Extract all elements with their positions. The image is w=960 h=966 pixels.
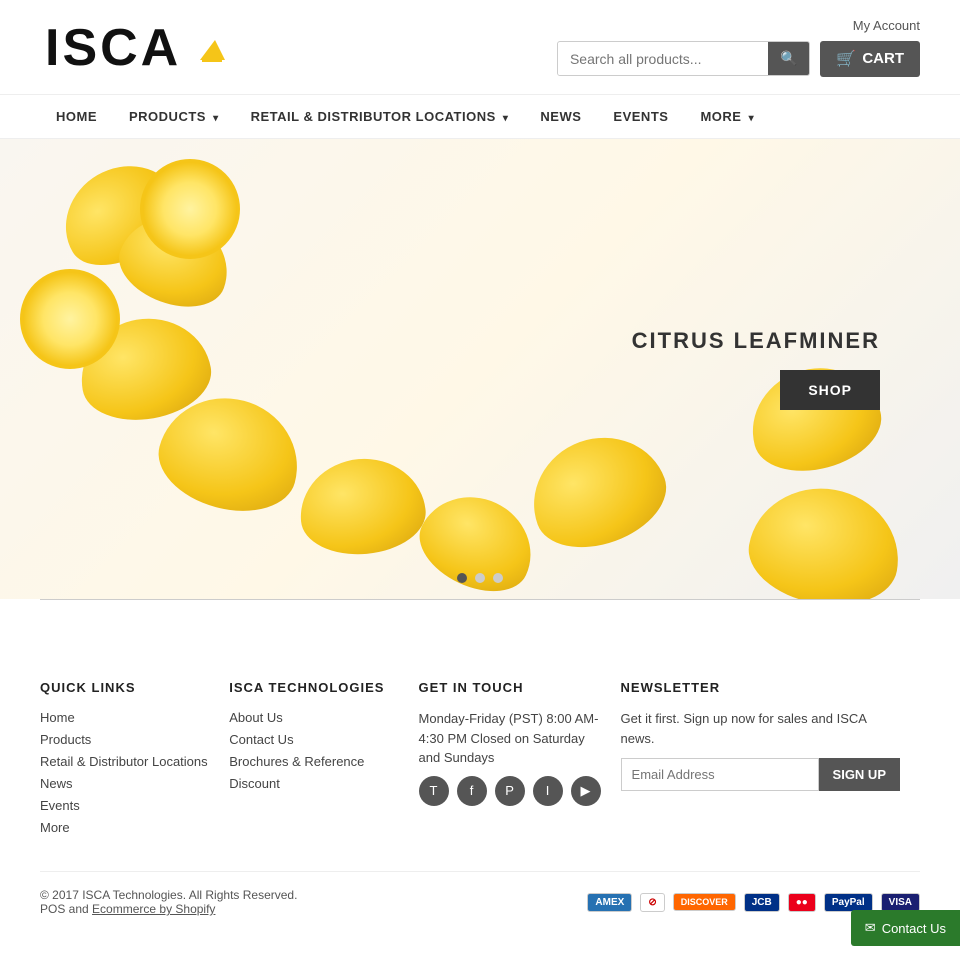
nav-link-locations[interactable]: RETAIL & DISTRIBUTOR LOCATIONS ▾	[235, 95, 525, 138]
isca-link-discount[interactable]: Discount	[229, 776, 280, 791]
quick-link-events[interactable]: Events	[40, 798, 80, 813]
search-box: 🔍	[557, 41, 810, 76]
logo-text: ISCA	[40, 10, 240, 84]
newsletter-email-input[interactable]	[621, 758, 819, 791]
diners-badge: ⊘	[640, 893, 664, 912]
list-item: Retail & Distributor Locations	[40, 753, 209, 769]
quick-link-products[interactable]: Products	[40, 732, 91, 747]
logo[interactable]: ISCA	[40, 10, 240, 84]
cart-label: CART	[862, 50, 904, 67]
footer-col-get-in-touch: GET IN TOUCH Monday-Friday (PST) 8:00 AM…	[419, 680, 621, 841]
isca-link-brochures[interactable]: Brochures & Reference	[229, 754, 364, 769]
nav-item-home: HOME	[40, 95, 113, 138]
discover-badge: DISCOVER	[673, 893, 736, 911]
my-account-link[interactable]: My Account	[853, 18, 920, 33]
header-right: My Account 🔍 🛒 CART	[557, 18, 920, 77]
quick-link-home[interactable]: Home	[40, 710, 75, 725]
spacer	[0, 600, 960, 640]
chevron-down-icon: ▾	[213, 113, 219, 124]
instagram-icon[interactable]: I	[533, 776, 563, 806]
quick-link-locations[interactable]: Retail & Distributor Locations	[40, 754, 208, 769]
hero-title: CITRUS LEAFMINER	[632, 328, 880, 354]
nav-item-locations: RETAIL & DISTRIBUTOR LOCATIONS ▾	[235, 95, 525, 138]
chevron-down-icon: ▾	[749, 113, 755, 124]
jcb-badge: JCB	[744, 893, 780, 912]
visa-badge: VISA	[881, 893, 920, 912]
nav-item-news: NEWS	[524, 95, 597, 138]
contact-float-label: Contact Us	[882, 921, 946, 936]
search-cart-area: 🔍 🛒 CART	[557, 41, 920, 77]
list-item: Discount	[229, 775, 398, 791]
shop-button[interactable]: SHOP	[780, 370, 880, 410]
nav-link-news[interactable]: NEWS	[524, 95, 597, 138]
footer-col-isca: ISCA TECHNOLOGIES About Us Contact Us Br…	[229, 680, 418, 841]
facebook-icon[interactable]: f	[457, 776, 487, 806]
email-icon: ✉	[865, 920, 876, 936]
lemon-decoration	[741, 477, 909, 599]
pinterest-icon[interactable]: P	[495, 776, 525, 806]
lemon-decoration	[296, 454, 429, 560]
nav-item-events: EVENTS	[597, 95, 684, 138]
footer-bottom: © 2017 ISCA Technologies. All Rights Res…	[40, 871, 920, 916]
twitter-icon[interactable]: T	[419, 776, 449, 806]
nav-item-more: MORE ▾	[684, 95, 770, 138]
nav-item-products: PRODUCTS ▾	[113, 95, 235, 138]
isca-link-contact[interactable]: Contact Us	[229, 732, 293, 747]
list-item: Events	[40, 797, 209, 813]
list-item: Brochures & Reference	[229, 753, 398, 769]
main-nav: HOME PRODUCTS ▾ RETAIL & DISTRIBUTOR LOC…	[0, 95, 960, 139]
mastercard-badge: ●●	[788, 893, 816, 912]
slider-dot-3[interactable]	[493, 573, 503, 583]
list-item: Home	[40, 709, 209, 725]
chevron-down-icon: ▾	[503, 113, 509, 124]
youtube-icon[interactable]: ▶	[571, 776, 601, 806]
footer: QUICK LINKS Home Products Retail & Distr…	[0, 640, 960, 936]
cart-button[interactable]: 🛒 CART	[820, 41, 920, 77]
hero-banner: CITRUS LEAFMINER SHOP	[0, 139, 960, 599]
search-input[interactable]	[558, 43, 768, 75]
footer-columns: QUICK LINKS Home Products Retail & Distr…	[40, 680, 920, 841]
newsletter-form: SIGN UP	[621, 758, 900, 791]
newsletter-description: Get it first. Sign up now for sales and …	[621, 709, 900, 748]
lemon-half-decoration	[20, 269, 120, 369]
slider-dots	[457, 573, 503, 583]
nav-link-more[interactable]: MORE ▾	[684, 95, 770, 138]
slider-dot-1[interactable]	[457, 573, 467, 583]
nav-link-products[interactable]: PRODUCTS ▾	[113, 95, 235, 138]
list-item: News	[40, 775, 209, 791]
quick-link-more[interactable]: More	[40, 820, 70, 835]
contact-float-button[interactable]: ✉ Contact Us	[851, 910, 960, 946]
list-item: Products	[40, 731, 209, 747]
get-in-touch-hours: Monday-Friday (PST) 8:00 AM- 4:30 PM Clo…	[419, 709, 601, 768]
shopify-link[interactable]: Ecommerce by Shopify	[92, 902, 215, 916]
newsletter-heading: NEWSLETTER	[621, 680, 900, 695]
amex-badge: AMEX	[587, 893, 632, 912]
footer-col-newsletter: NEWSLETTER Get it first. Sign up now for…	[621, 680, 920, 841]
list-item: Contact Us	[229, 731, 398, 747]
cart-icon: 🛒	[836, 49, 856, 69]
svg-text:ISCA: ISCA	[45, 19, 181, 75]
quick-link-news[interactable]: News	[40, 776, 73, 791]
paypal-badge: PayPal	[824, 893, 873, 912]
footer-copyright: © 2017 ISCA Technologies. All Rights Res…	[40, 888, 297, 916]
hero-text-area: CITRUS LEAFMINER SHOP	[632, 328, 880, 410]
nav-link-events[interactable]: EVENTS	[597, 95, 684, 138]
quick-links-heading: QUICK LINKS	[40, 680, 209, 695]
list-item: More	[40, 819, 209, 835]
nav-link-home[interactable]: HOME	[40, 95, 113, 138]
signup-button[interactable]: SIGN UP	[819, 758, 900, 791]
header: ISCA My Account 🔍 🛒 CART	[0, 0, 960, 95]
footer-col-quick-links: QUICK LINKS Home Products Retail & Distr…	[40, 680, 229, 841]
get-in-touch-heading: GET IN TOUCH	[419, 680, 601, 695]
payment-icons: AMEX ⊘ DISCOVER JCB ●● PayPal VISA	[587, 893, 920, 912]
social-icons-row: T f P I ▶	[419, 776, 601, 806]
slider-dot-2[interactable]	[475, 573, 485, 583]
lemon-decoration	[516, 419, 679, 564]
search-button[interactable]: 🔍	[768, 42, 809, 75]
list-item: About Us	[229, 709, 398, 725]
lemon-half-decoration	[140, 159, 240, 259]
isca-tech-heading: ISCA TECHNOLOGIES	[229, 680, 398, 695]
isca-link-about[interactable]: About Us	[229, 710, 282, 725]
